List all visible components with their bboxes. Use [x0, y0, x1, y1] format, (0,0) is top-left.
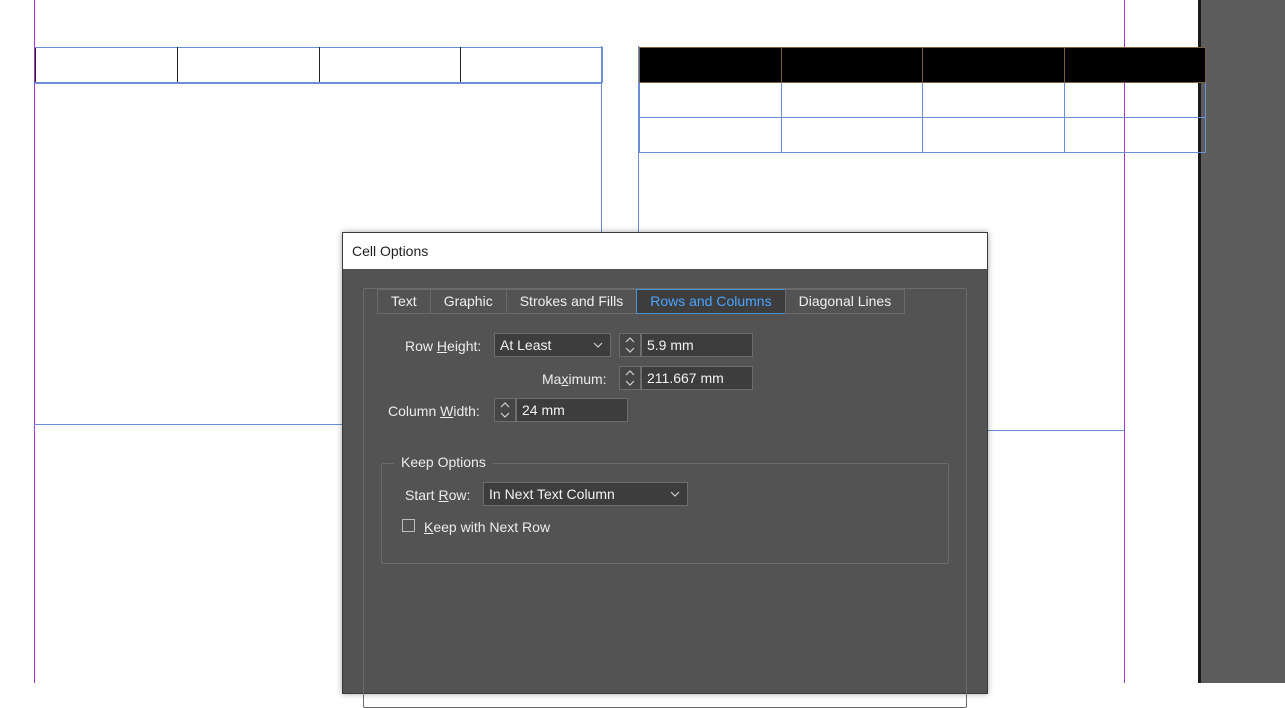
- table-row: [639, 117, 1206, 153]
- start-row-select[interactable]: In Next Text Column: [483, 482, 688, 506]
- label-text: Ma: [542, 371, 562, 387]
- text-frame-line: [34, 83, 602, 84]
- table-cell[interactable]: [1063, 117, 1206, 153]
- label-text: idth:: [453, 403, 480, 419]
- table-cell[interactable]: [639, 117, 782, 153]
- keep-with-next-row-checkbox[interactable]: [402, 519, 415, 532]
- row-height-label: Row Height:: [405, 338, 481, 354]
- column-width-field[interactable]: 24 mm: [516, 398, 628, 422]
- text-frame-bottom-right: [987, 430, 1125, 431]
- table-cell[interactable]: [922, 82, 1065, 118]
- row-height-field[interactable]: 5.9 mm: [641, 333, 753, 357]
- access-key: K: [424, 519, 434, 535]
- maximum-stepper[interactable]: [619, 366, 641, 390]
- pasteboard: [1201, 0, 1285, 683]
- table-cell[interactable]: [780, 117, 923, 153]
- tab-diagonal-lines[interactable]: Diagonal Lines: [784, 289, 906, 314]
- stepper-arrows-icon: [500, 402, 510, 418]
- stepper-arrows-icon: [625, 370, 635, 386]
- tab-text[interactable]: Text: [377, 289, 431, 314]
- margin-guide-left: [34, 0, 35, 683]
- text-frame-bottom-left: [34, 424, 342, 425]
- tab-rows-and-columns[interactable]: Rows and Columns: [636, 289, 786, 314]
- table-cell[interactable]: [460, 47, 603, 83]
- maximum-field[interactable]: 211.667 mm: [641, 366, 753, 390]
- table-cell[interactable]: [780, 82, 923, 118]
- doc-table-right[interactable]: [639, 47, 1206, 153]
- label-text: Row: [405, 338, 437, 354]
- table-row-selected: [639, 47, 1206, 83]
- table-cell[interactable]: [922, 117, 1065, 153]
- table-cell[interactable]: [35, 47, 178, 83]
- cell-options-dialog: Cell Options Text Graphic Strokes and Fi…: [342, 232, 988, 708]
- table-cell[interactable]: [318, 47, 462, 83]
- table-cell-selected[interactable]: [639, 47, 782, 83]
- label-text: Start: [405, 487, 439, 503]
- row-height-stepper[interactable]: [619, 333, 641, 357]
- label-text: imum:: [568, 371, 607, 387]
- keep-with-next-row-label[interactable]: Keep with Next Row: [424, 519, 550, 535]
- doc-table-left[interactable]: [35, 47, 603, 83]
- maximum-label: Maximum:: [542, 371, 607, 387]
- access-key: H: [436, 338, 448, 354]
- keep-options-title: Keep Options: [394, 454, 493, 470]
- tab-graphic[interactable]: Graphic: [429, 289, 507, 314]
- table-cell-selected[interactable]: [1063, 47, 1206, 83]
- tab-strokes-and-fills[interactable]: Strokes and Fills: [505, 289, 638, 314]
- column-width-label: Column Width:: [388, 403, 480, 419]
- label-text: eep with Next Row: [433, 519, 551, 535]
- chevron-down-icon: [593, 334, 603, 365]
- row-height-mode-select[interactable]: At Least: [494, 333, 611, 357]
- label-text: Column: [388, 403, 441, 419]
- label-text: ow:: [448, 487, 471, 503]
- keep-options-group: [381, 463, 949, 564]
- table-cell[interactable]: [176, 47, 320, 83]
- table-cell-selected[interactable]: [922, 47, 1065, 83]
- access-key: W: [440, 403, 454, 419]
- start-row-label: Start Row:: [405, 487, 470, 503]
- tab-bar: Text Graphic Strokes and Fills Rows and …: [377, 289, 906, 314]
- table-cell[interactable]: [639, 82, 782, 118]
- chevron-down-icon: [670, 483, 680, 514]
- table-cell-selected[interactable]: [780, 47, 923, 83]
- access-key: R: [438, 487, 449, 503]
- table-row: [35, 47, 603, 83]
- select-value: In Next Text Column: [489, 486, 615, 502]
- stepper-arrows-icon: [625, 337, 635, 353]
- label-text: eight:: [447, 338, 482, 354]
- dialog-title[interactable]: Cell Options: [343, 233, 987, 269]
- column-width-stepper[interactable]: [494, 398, 516, 422]
- table-row: [639, 82, 1206, 118]
- select-value: At Least: [500, 337, 552, 353]
- table-cell[interactable]: [1063, 82, 1206, 118]
